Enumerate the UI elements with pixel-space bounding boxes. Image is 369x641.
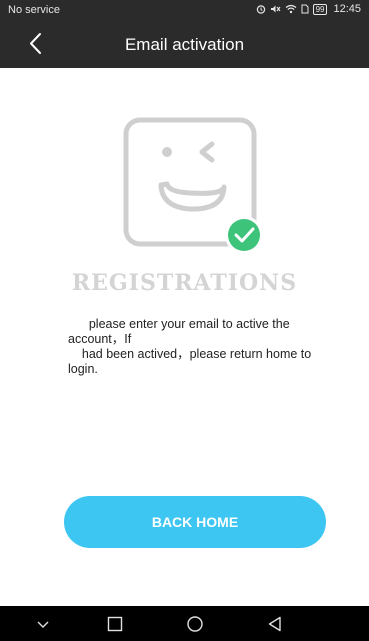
back-triangle-icon bbox=[268, 616, 281, 632]
nav-hide-button[interactable] bbox=[34, 615, 52, 633]
nav-recents-button[interactable] bbox=[106, 615, 124, 633]
nav-back-button[interactable] bbox=[266, 615, 284, 633]
battery-icon: 99 bbox=[312, 3, 328, 15]
message-line: please enter your email to active the bbox=[68, 317, 290, 331]
alarm-icon bbox=[256, 5, 265, 14]
winking-face-check-icon bbox=[123, 117, 263, 254]
back-home-button[interactable]: BACK HOME bbox=[64, 496, 326, 548]
status-icons: 99 12:45 bbox=[256, 3, 361, 15]
registration-illustration bbox=[118, 112, 270, 260]
page-title: Email activation bbox=[124, 35, 245, 54]
title-bar: Email activation bbox=[0, 20, 369, 68]
home-icon bbox=[187, 616, 203, 632]
mute-icon bbox=[270, 5, 281, 13]
message-line: account，If bbox=[68, 332, 132, 346]
system-nav-bar bbox=[0, 606, 369, 641]
activation-message: please enter your email to active the ac… bbox=[68, 317, 364, 377]
message-line: login. bbox=[68, 362, 98, 376]
message-line: had been actived，please return home to bbox=[68, 347, 312, 361]
nav-home-button[interactable] bbox=[186, 615, 204, 633]
recents-icon bbox=[107, 616, 123, 632]
carrier-label: No service bbox=[8, 4, 60, 16]
chevron-down-icon bbox=[37, 621, 49, 628]
battery-level: 99 bbox=[315, 4, 325, 14]
clock: 12:45 bbox=[333, 3, 361, 15]
sim-icon bbox=[301, 4, 309, 14]
status-bar: No service 99 12:45 bbox=[0, 0, 369, 20]
registrations-wordmark: REGISTRATIONS bbox=[71, 270, 298, 296]
wifi-icon bbox=[285, 4, 296, 14]
